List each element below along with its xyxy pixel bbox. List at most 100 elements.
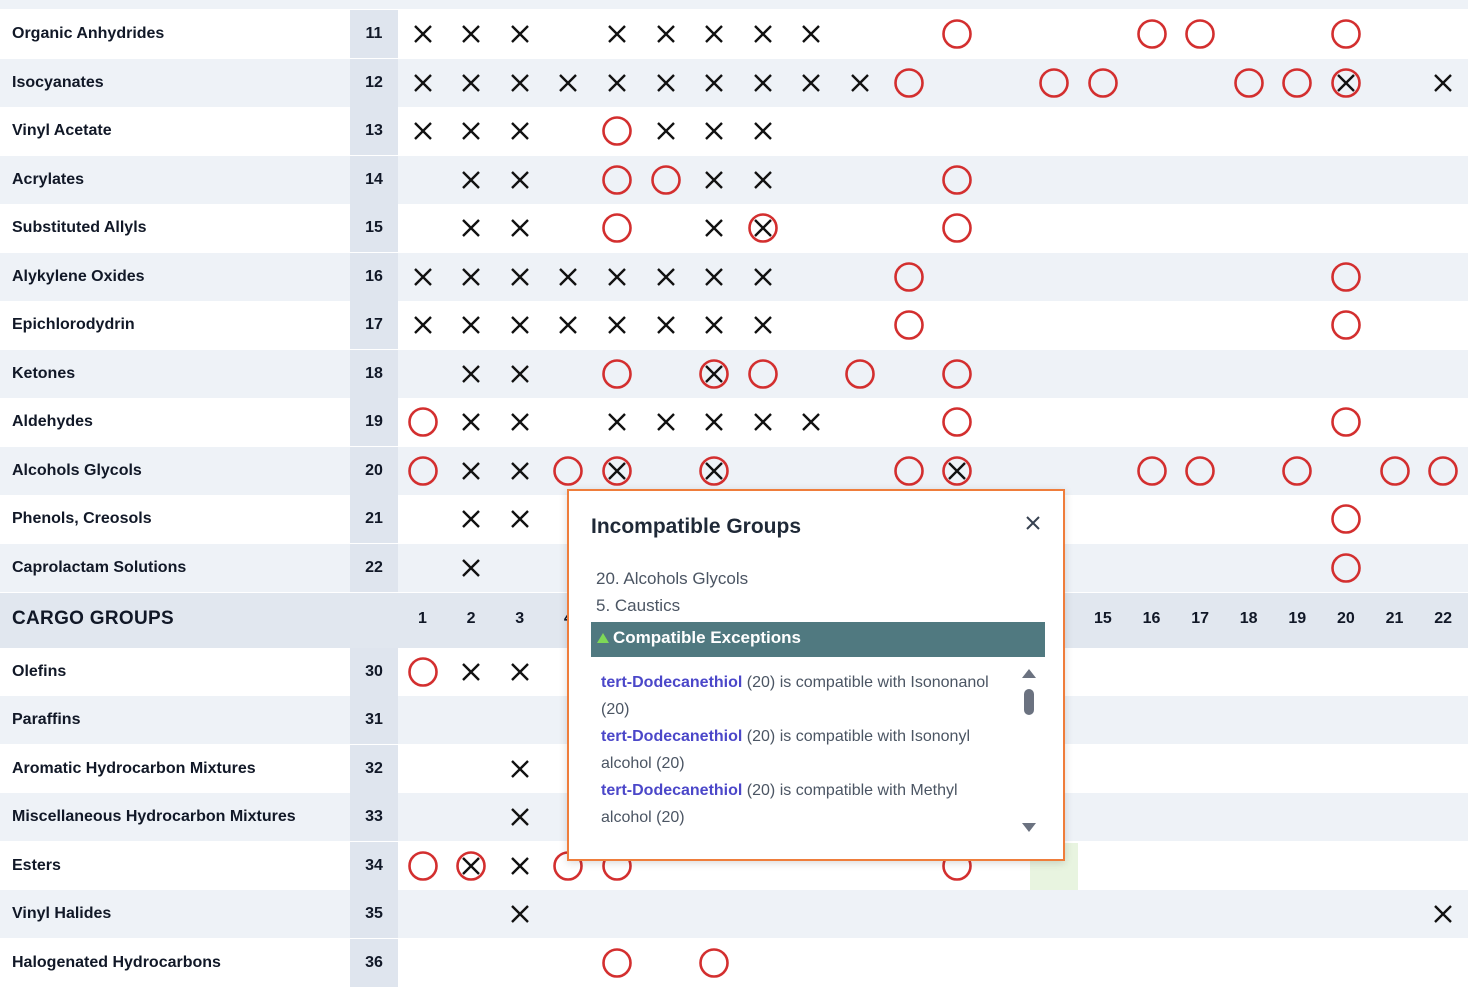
incompatible-x-icon[interactable] — [699, 165, 729, 195]
exception-circle-icon[interactable] — [845, 359, 875, 389]
exception-circle-icon[interactable] — [893, 262, 924, 292]
incompatible-x-icon[interactable] — [456, 310, 486, 340]
exception-circle-icon[interactable] — [1136, 19, 1167, 49]
exception-circle-icon[interactable] — [942, 19, 972, 49]
incompatible-x-icon[interactable] — [456, 213, 486, 243]
exception-circle-icon[interactable] — [1331, 262, 1361, 292]
exception-circle-x-icon[interactable] — [602, 456, 632, 486]
exception-circle-icon[interactable] — [893, 456, 924, 486]
scroll-thumb[interactable] — [1024, 689, 1034, 715]
exceptions-toggle[interactable]: Compatible Exceptions — [591, 622, 1045, 657]
exception-circle-x-icon[interactable] — [1331, 68, 1361, 98]
exception-circle-icon[interactable] — [1039, 68, 1070, 98]
exception-circle-icon[interactable] — [1331, 407, 1361, 437]
incompatible-x-icon[interactable] — [456, 116, 486, 146]
incompatible-x-icon[interactable] — [699, 262, 729, 292]
incompatible-x-icon[interactable] — [602, 262, 632, 292]
exception-circle-icon[interactable] — [1331, 504, 1361, 534]
incompatible-x-icon[interactable] — [456, 407, 486, 437]
scrollbar[interactable] — [1019, 665, 1039, 835]
incompatible-x-icon[interactable] — [408, 116, 438, 146]
incompatible-x-icon[interactable] — [699, 68, 729, 98]
incompatible-x-icon[interactable] — [456, 504, 486, 534]
chemical-link[interactable]: tert-Dodecanethiol — [601, 674, 742, 691]
incompatible-x-icon[interactable] — [456, 262, 486, 292]
incompatible-x-icon[interactable] — [553, 68, 583, 98]
incompatible-x-icon[interactable] — [505, 657, 535, 687]
scroll-up-icon[interactable] — [1022, 669, 1036, 678]
incompatible-x-icon[interactable] — [505, 899, 535, 929]
incompatible-x-icon[interactable] — [456, 19, 486, 49]
incompatible-x-icon[interactable] — [748, 262, 778, 292]
incompatible-x-icon[interactable] — [748, 407, 778, 437]
incompatible-x-icon[interactable] — [456, 553, 486, 583]
incompatible-x-icon[interactable] — [748, 116, 778, 146]
exception-circle-icon[interactable] — [1331, 553, 1361, 583]
incompatible-x-icon[interactable] — [505, 359, 535, 389]
incompatible-x-icon[interactable] — [408, 262, 438, 292]
incompatible-x-icon[interactable] — [408, 68, 438, 98]
incompatible-x-icon[interactable] — [651, 310, 681, 340]
exception-circle-icon[interactable] — [407, 407, 438, 437]
exception-circle-icon[interactable] — [893, 68, 924, 98]
incompatible-x-icon[interactable] — [456, 165, 486, 195]
incompatible-x-icon[interactable] — [651, 407, 681, 437]
exception-circle-icon[interactable] — [1282, 456, 1313, 486]
exception-circle-x-icon[interactable] — [747, 213, 778, 243]
incompatible-x-icon[interactable] — [651, 262, 681, 292]
incompatible-x-icon[interactable] — [699, 310, 729, 340]
incompatible-x-icon[interactable] — [505, 851, 535, 881]
exception-circle-icon[interactable] — [553, 456, 584, 486]
exception-circle-icon[interactable] — [602, 165, 632, 195]
incompatible-x-icon[interactable] — [699, 19, 729, 49]
exception-circle-icon[interactable] — [1428, 456, 1458, 486]
incompatible-x-icon[interactable] — [748, 68, 778, 98]
incompatible-x-icon[interactable] — [505, 68, 535, 98]
exception-circle-icon[interactable] — [699, 948, 729, 978]
exception-circle-icon[interactable] — [893, 310, 924, 340]
incompatible-x-icon[interactable] — [748, 19, 778, 49]
exception-circle-x-icon[interactable] — [456, 851, 486, 881]
exceptions-list[interactable]: tert-Dodecanethiol (20) is compatible wi… — [601, 669, 1011, 837]
incompatible-x-icon[interactable] — [748, 310, 778, 340]
incompatible-x-icon[interactable] — [505, 504, 535, 534]
incompatible-x-icon[interactable] — [505, 407, 535, 437]
incompatible-x-icon[interactable] — [796, 68, 826, 98]
incompatible-x-icon[interactable] — [505, 802, 535, 832]
close-icon[interactable] — [1021, 511, 1045, 535]
exception-circle-icon[interactable] — [1136, 456, 1167, 486]
incompatible-x-icon[interactable] — [456, 68, 486, 98]
exception-circle-icon[interactable] — [650, 165, 681, 195]
exception-circle-icon[interactable] — [1282, 68, 1313, 98]
incompatible-x-icon[interactable] — [505, 310, 535, 340]
exception-circle-icon[interactable] — [407, 657, 438, 687]
incompatible-x-icon[interactable] — [651, 68, 681, 98]
incompatible-x-icon[interactable] — [1428, 68, 1458, 98]
exception-circle-x-icon[interactable] — [942, 456, 972, 486]
incompatible-x-icon[interactable] — [1428, 899, 1458, 929]
exception-circle-icon[interactable] — [942, 407, 972, 437]
exception-circle-icon[interactable] — [602, 213, 632, 243]
incompatible-x-icon[interactable] — [602, 407, 632, 437]
exception-circle-icon[interactable] — [1185, 19, 1215, 49]
incompatible-x-icon[interactable] — [456, 657, 486, 687]
incompatible-x-icon[interactable] — [456, 359, 486, 389]
incompatible-x-icon[interactable] — [505, 754, 535, 784]
incompatible-x-icon[interactable] — [553, 310, 583, 340]
exception-circle-x-icon[interactable] — [699, 456, 729, 486]
incompatible-x-icon[interactable] — [505, 165, 535, 195]
incompatible-x-icon[interactable] — [602, 68, 632, 98]
incompatible-x-icon[interactable] — [845, 68, 875, 98]
incompatible-x-icon[interactable] — [699, 213, 729, 243]
exception-circle-icon[interactable] — [602, 948, 632, 978]
incompatible-x-icon[interactable] — [505, 116, 535, 146]
incompatible-x-icon[interactable] — [651, 116, 681, 146]
exception-circle-icon[interactable] — [942, 213, 972, 243]
incompatible-x-icon[interactable] — [505, 213, 535, 243]
exception-circle-icon[interactable] — [942, 359, 972, 389]
chemical-link[interactable]: tert-Dodecanethiol — [601, 782, 742, 799]
exception-circle-icon[interactable] — [602, 116, 632, 146]
incompatible-x-icon[interactable] — [505, 262, 535, 292]
incompatible-x-icon[interactable] — [408, 310, 438, 340]
incompatible-x-icon[interactable] — [699, 407, 729, 437]
